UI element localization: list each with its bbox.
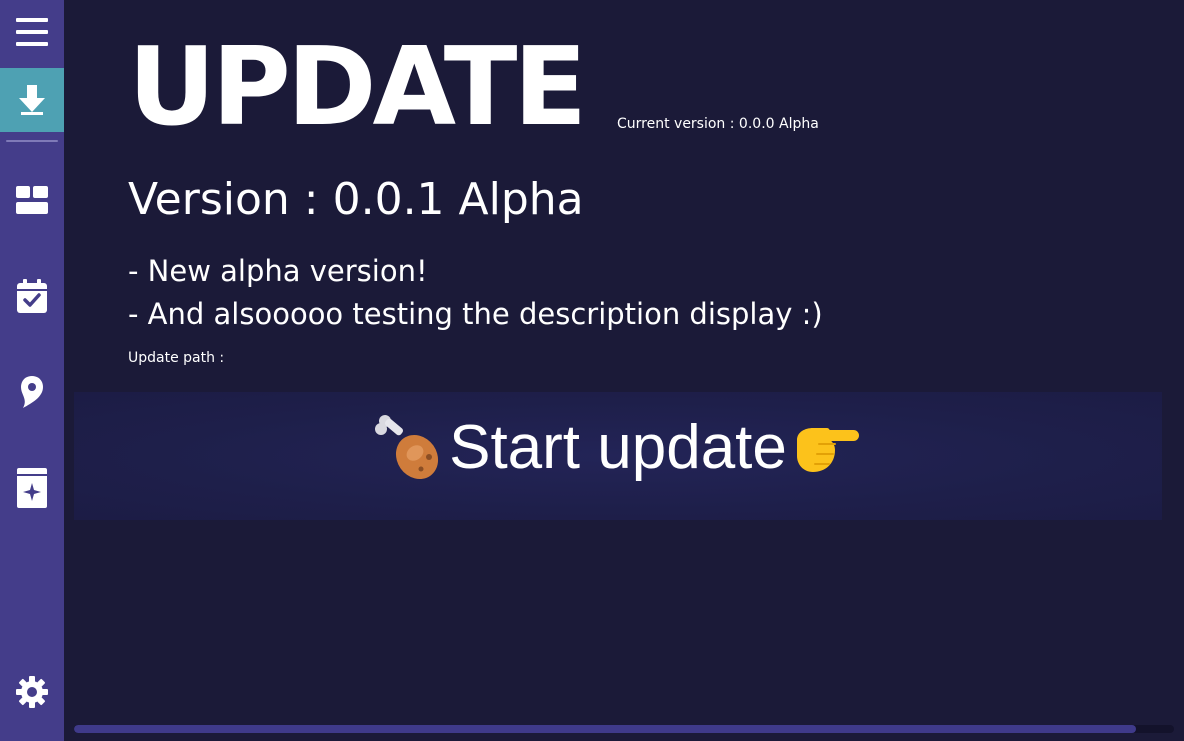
- update-description: - New alpha version! - And alsooooo test…: [128, 250, 823, 336]
- map-pin-icon: [21, 376, 43, 408]
- menu-button[interactable]: [0, 0, 64, 64]
- start-update-button[interactable]: Start update: [74, 392, 1162, 520]
- update-path-label: Update path :: [128, 350, 225, 366]
- gear-icon: [16, 676, 48, 708]
- dashboard-icon: [16, 186, 48, 214]
- start-update-content: Start update: [375, 410, 861, 486]
- app-window: UPDATE Current version : 0.0.0 Alpha Ver…: [0, 0, 1184, 741]
- menu-icon: [16, 18, 48, 46]
- download-icon: [19, 85, 45, 115]
- update-progress-bar: [74, 725, 1174, 733]
- update-progress-fill: [74, 725, 1136, 733]
- nav-journal-button[interactable]: [0, 456, 64, 520]
- nav-dashboard-button[interactable]: [0, 168, 64, 232]
- pointing-hand-icon: [796, 428, 859, 472]
- new-version-heading: Version : 0.0.1 Alpha: [128, 174, 584, 225]
- nav-map-button[interactable]: [0, 360, 64, 424]
- nav-calendar-button[interactable]: [0, 264, 64, 328]
- calendar-check-icon: [17, 279, 47, 313]
- update-page: UPDATE Current version : 0.0.0 Alpha Ver…: [64, 0, 1184, 741]
- start-update-label: Start update: [449, 413, 787, 482]
- sidebar: [0, 0, 64, 741]
- sidebar-divider: [6, 140, 58, 142]
- nav-settings-button[interactable]: [0, 660, 64, 724]
- nav-update-button[interactable]: [0, 68, 64, 132]
- poultry-leg-icon: [375, 415, 439, 480]
- page-title: UPDATE: [128, 25, 587, 150]
- sparkle-book-icon: [17, 468, 47, 508]
- description-line: - And alsooooo testing the description d…: [128, 297, 823, 331]
- current-version-label: Current version : 0.0.0 Alpha: [617, 116, 819, 132]
- description-line: - New alpha version!: [128, 254, 428, 288]
